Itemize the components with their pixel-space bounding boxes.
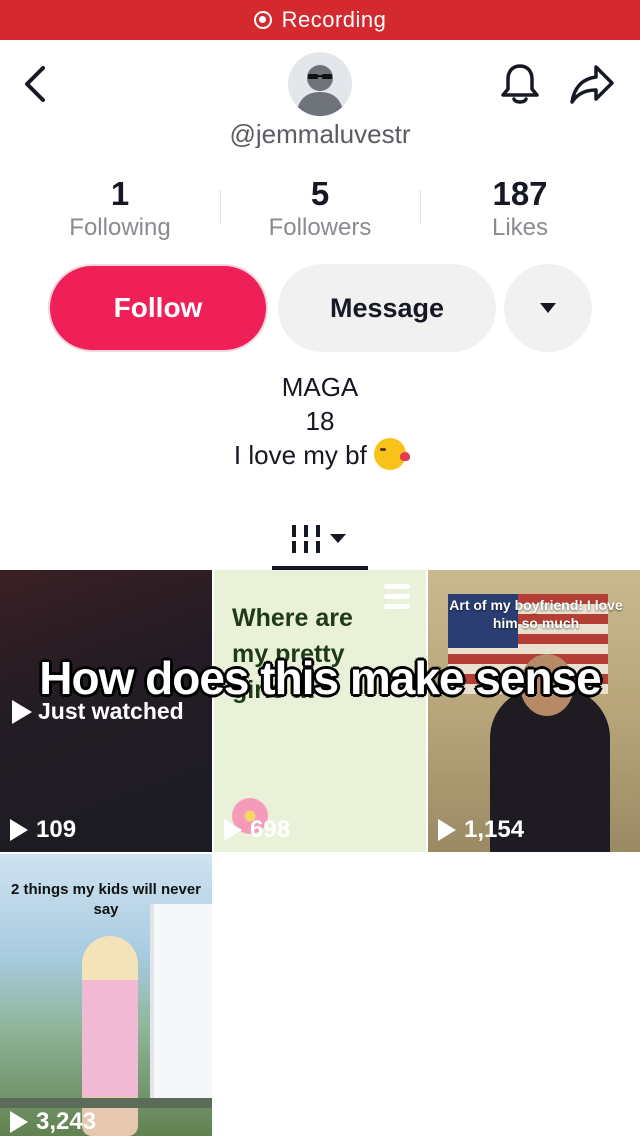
play-icon	[10, 1111, 28, 1133]
view-count: 3,243	[10, 1108, 96, 1136]
videos-grid-icon	[292, 525, 346, 553]
view-count-label: 1,154	[464, 816, 525, 843]
profile-stats: 1 Following 5 Followers 187 Likes	[20, 176, 620, 246]
likes-count: 187	[492, 175, 548, 212]
message-button[interactable]: Message	[278, 264, 496, 352]
view-count-label: 698	[250, 816, 291, 843]
stat-likes[interactable]: 187 Likes	[420, 176, 620, 246]
view-count: 109	[10, 816, 76, 844]
likes-label: Likes	[491, 214, 549, 241]
more-options-button[interactable]	[504, 264, 592, 352]
view-count: 1,154	[438, 816, 524, 844]
stat-divider	[420, 190, 421, 224]
video-tile[interactable]: Art of my boyfriend! I love him so much …	[428, 570, 640, 852]
video-tile[interactable]: Just watched 109	[0, 570, 212, 852]
video-caption: Art of my boyfriend! I love him so much	[449, 597, 623, 631]
stat-divider	[220, 190, 221, 224]
view-count: 698	[224, 816, 290, 844]
video-tile[interactable]: Where are my pretty girls at 698	[214, 570, 426, 852]
chevron-left-icon	[25, 66, 45, 102]
kiss-emoji-icon	[374, 438, 411, 470]
avatar-silhouette-icon	[296, 65, 344, 116]
bio-line: MAGA	[281, 372, 359, 402]
bio-line: I love my bf	[233, 440, 367, 470]
record-icon	[253, 11, 272, 29]
share-button[interactable]	[564, 58, 620, 110]
tab-videos[interactable]	[272, 508, 368, 570]
follow-button[interactable]: Follow	[48, 264, 268, 352]
back-button[interactable]	[14, 62, 58, 106]
play-icon	[438, 819, 456, 841]
profile-bio: MAGA 18 I love my bf	[0, 370, 640, 472]
profile-tabs	[0, 508, 640, 570]
followers-count: 5	[310, 175, 330, 212]
stat-followers[interactable]: 5 Followers	[220, 176, 420, 246]
building-image	[150, 904, 212, 1104]
stat-following[interactable]: 1 Following	[20, 176, 220, 246]
caret-down-icon	[540, 303, 556, 313]
video-tile[interactable]: 2 things my kids will never say 3,243	[0, 854, 212, 1136]
recording-bar: Recording	[0, 0, 640, 40]
avatar[interactable]	[288, 52, 352, 116]
username: @jemmaluvestr	[229, 119, 411, 148]
play-icon	[10, 819, 28, 841]
play-icon	[224, 819, 242, 841]
share-arrow-icon	[570, 65, 614, 104]
view-count-label: 109	[36, 816, 77, 843]
bell-icon	[501, 64, 539, 104]
following-label: Following	[69, 214, 171, 241]
bio-line-love: I love my bf	[0, 438, 640, 472]
bio-line: 18	[305, 406, 335, 436]
notification-button[interactable]	[494, 58, 546, 110]
recording-label: Recording	[281, 7, 387, 32]
overlay-caption: How does this make sense	[39, 652, 601, 704]
following-count: 1	[110, 175, 130, 212]
railing-image	[0, 1098, 212, 1108]
followers-label: Followers	[268, 214, 372, 241]
view-count-label: 3,243	[36, 1108, 97, 1135]
video-caption: 2 things my kids will never say	[10, 881, 202, 918]
